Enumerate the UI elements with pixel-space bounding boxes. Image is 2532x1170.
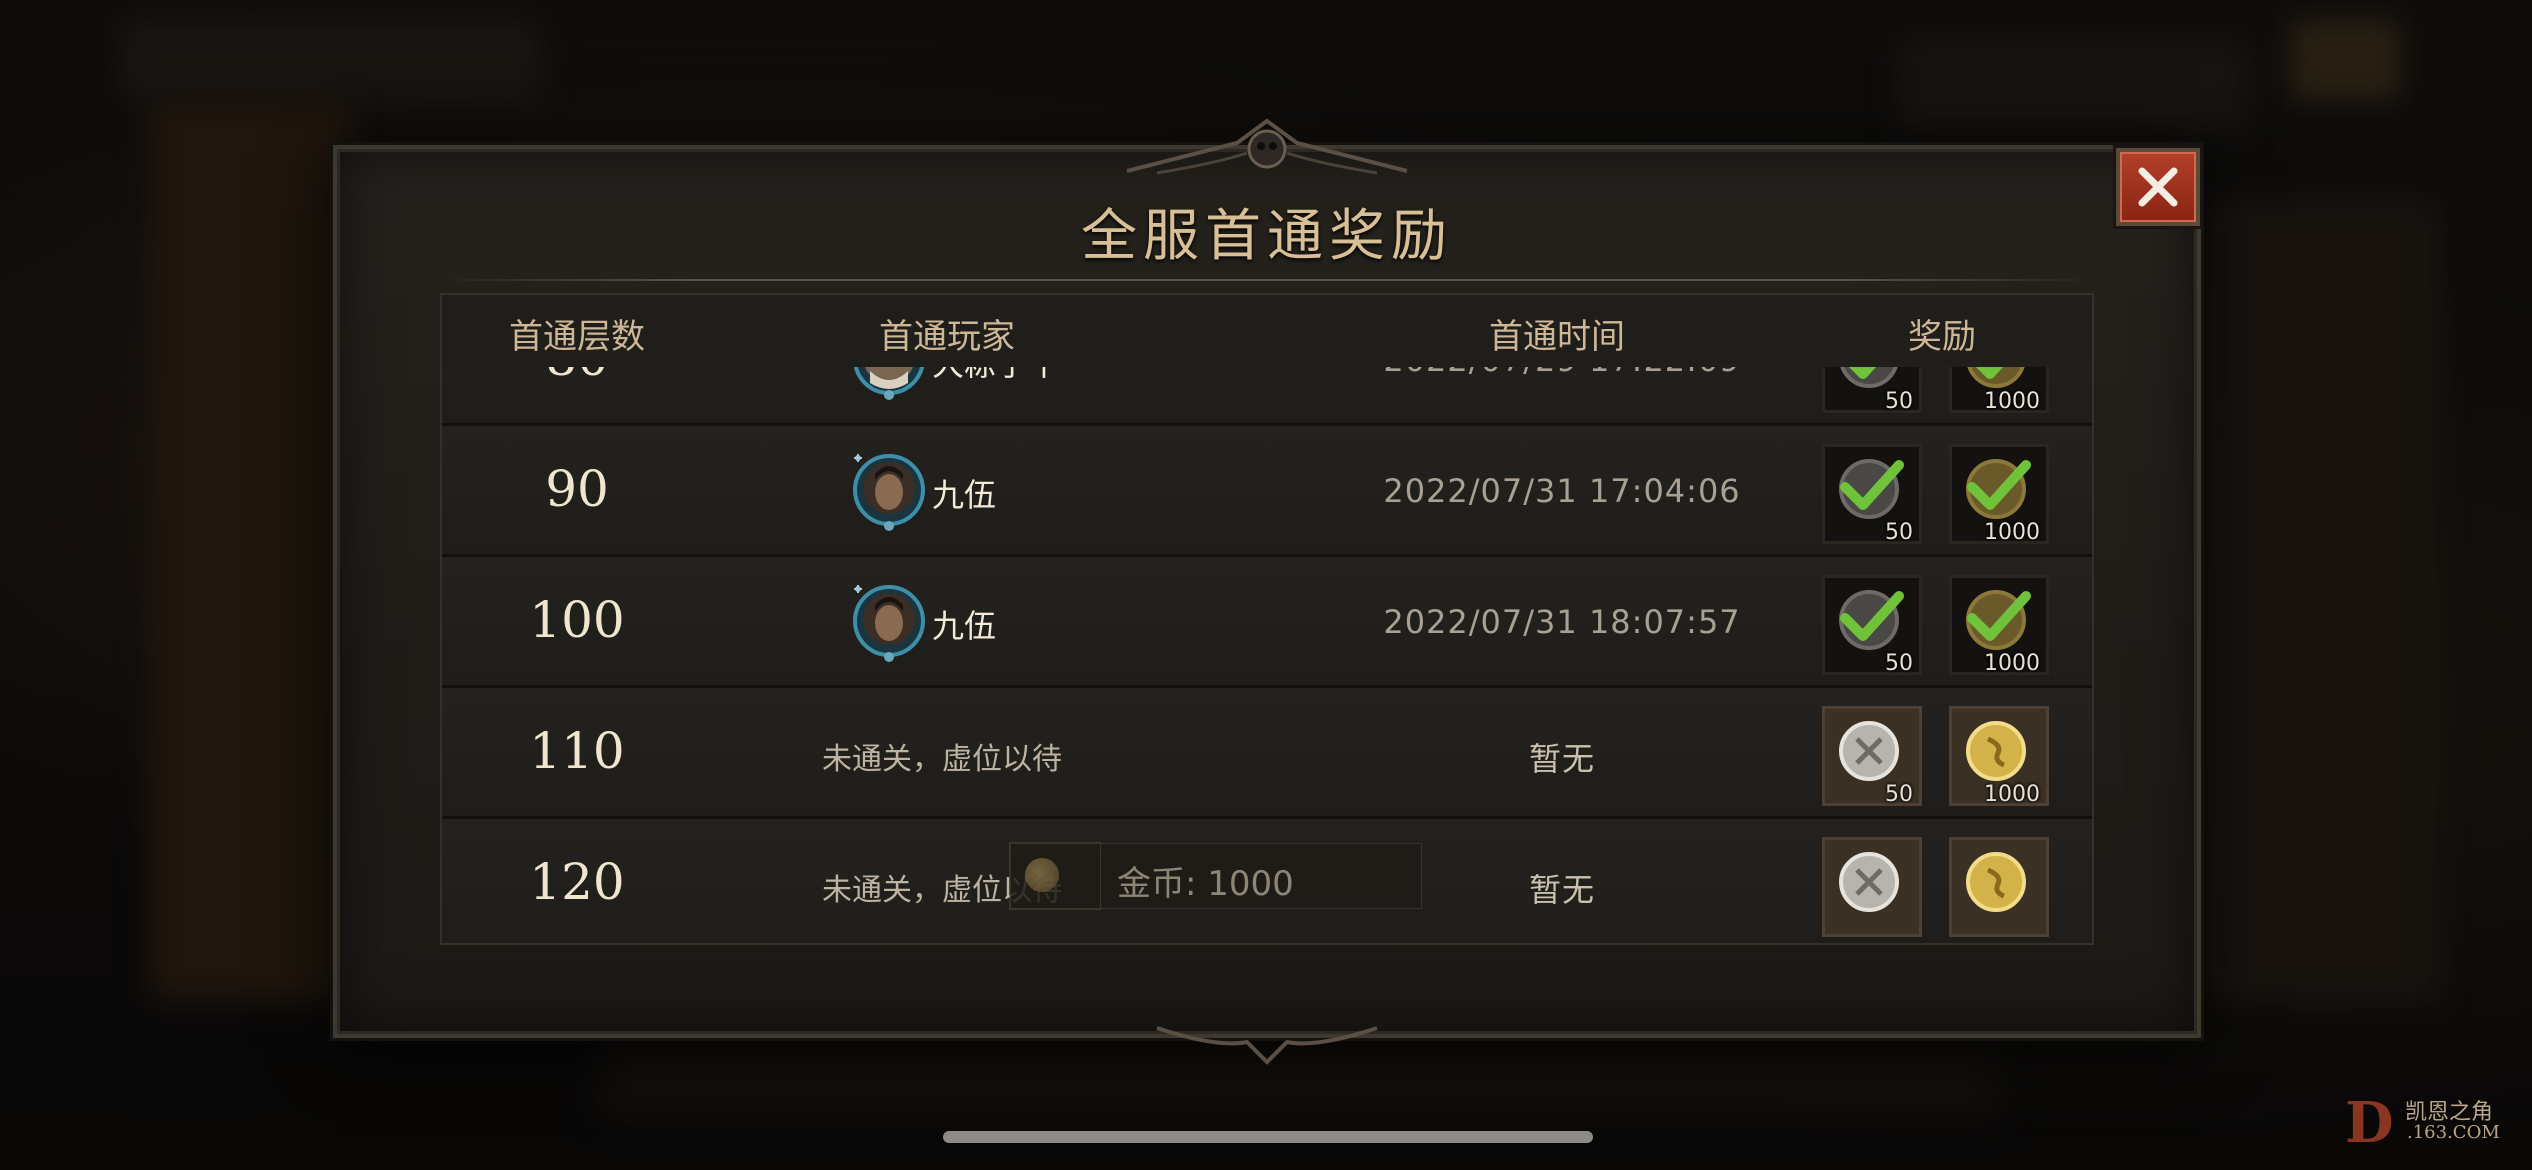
home-indicator[interactable]	[943, 1131, 1593, 1143]
clear-time: 2022/07/31 17:04:06	[1383, 472, 1741, 510]
watermark-domain: .163.COM	[2407, 1122, 2500, 1143]
skull-crest-ornament	[1126, 118, 1408, 175]
gold-coin-icon	[1025, 858, 1059, 892]
reward-quantity: 1000	[1984, 651, 2040, 676]
bottom-ornament	[1156, 1026, 1378, 1065]
check-icon	[1967, 591, 2031, 641]
player-avatar[interactable]	[850, 581, 928, 663]
player-name[interactable]: 大粽子丨	[932, 367, 1060, 385]
watermark-logo: D	[2345, 1090, 2394, 1156]
close-icon	[2138, 167, 2178, 207]
header-floor: 首通层数	[509, 317, 645, 357]
reward-slot-gold[interactable]	[1949, 837, 2049, 937]
table-row: 80 大粽子丨 2022/07/29 17:22:09 50 1000	[442, 367, 2092, 426]
site-watermark: D 凯恩之角 .163.COM	[2345, 1090, 2515, 1156]
reward-slot-silver[interactable]	[1822, 837, 1922, 937]
floor-number: 110	[529, 722, 625, 780]
reward-slot-silver[interactable]: 50	[1822, 706, 1922, 807]
reward-quantity: 50	[1885, 520, 1913, 545]
reward-quantity: 50	[1885, 389, 1913, 414]
check-icon	[1967, 460, 2031, 510]
header-reward: 奖励	[1908, 317, 1976, 357]
reward-quantity: 50	[1885, 651, 1913, 676]
reward-slot-silver[interactable]: 50	[1822, 367, 1922, 414]
player-name[interactable]: 九伍	[932, 470, 996, 516]
reward-quantity: 1000	[1984, 782, 2040, 807]
check-icon	[1975, 367, 2004, 379]
reward-quantity: 1000	[1984, 389, 2040, 414]
reward-quantity: 1000	[1984, 520, 2040, 545]
floor-number: 100	[529, 591, 625, 649]
player-name[interactable]: 九伍	[932, 601, 996, 647]
dialog-title: 全服首通奖励	[1081, 204, 1453, 269]
silver-coin-icon	[1839, 721, 1899, 781]
header-time: 首通时间	[1489, 317, 1625, 357]
table-row: 100 九伍 2022/07/31 18:07:57 50 1000	[442, 557, 2092, 688]
reward-slot-silver[interactable]: 50	[1822, 575, 1922, 676]
floor-number: 90	[545, 460, 609, 518]
silver-coin-icon	[1839, 852, 1899, 912]
floor-number: 80	[482, 367, 672, 387]
clear-time: 2022/07/29 17:22:09	[1272, 367, 1852, 379]
table-header: 首通层数 首通玩家 首通时间 奖励	[442, 295, 2092, 367]
check-icon	[1840, 591, 1904, 641]
player-avatar[interactable]	[850, 450, 928, 532]
close-button[interactable]	[2116, 148, 2200, 226]
table-row: 90 九伍 2022/07/31 17:04:06 50 1000	[442, 426, 2092, 557]
check-icon	[1840, 460, 1904, 510]
reward-tooltip: 金币: 1000	[1009, 842, 1422, 910]
table-row: 110 未通关，虚位以待 暂无 50 1000	[442, 688, 2092, 819]
floor-number: 120	[529, 853, 625, 911]
player-avatar[interactable]	[850, 367, 928, 401]
clear-time: 暂无	[1528, 740, 1595, 778]
reward-slot-gold[interactable]: 1000	[1949, 444, 2049, 545]
gold-coin-icon	[1966, 852, 2026, 912]
title-divider	[437, 279, 2097, 281]
reward-slot-silver[interactable]: 50	[1822, 444, 1922, 545]
pending-player: 未通关，虚位以待	[822, 742, 1062, 777]
check-icon	[1848, 367, 1877, 379]
tooltip-text: 金币: 1000	[1117, 864, 1294, 904]
reward-slot-gold[interactable]: 1000	[1949, 367, 2049, 414]
reward-slot-gold[interactable]: 1000	[1949, 575, 2049, 676]
clear-time: 2022/07/31 18:07:57	[1383, 603, 1741, 641]
gold-coin-icon	[1966, 721, 2026, 781]
reward-quantity: 50	[1885, 782, 1913, 807]
header-player: 首通玩家	[879, 317, 1015, 357]
reward-slot-gold[interactable]: 1000	[1949, 706, 2049, 807]
